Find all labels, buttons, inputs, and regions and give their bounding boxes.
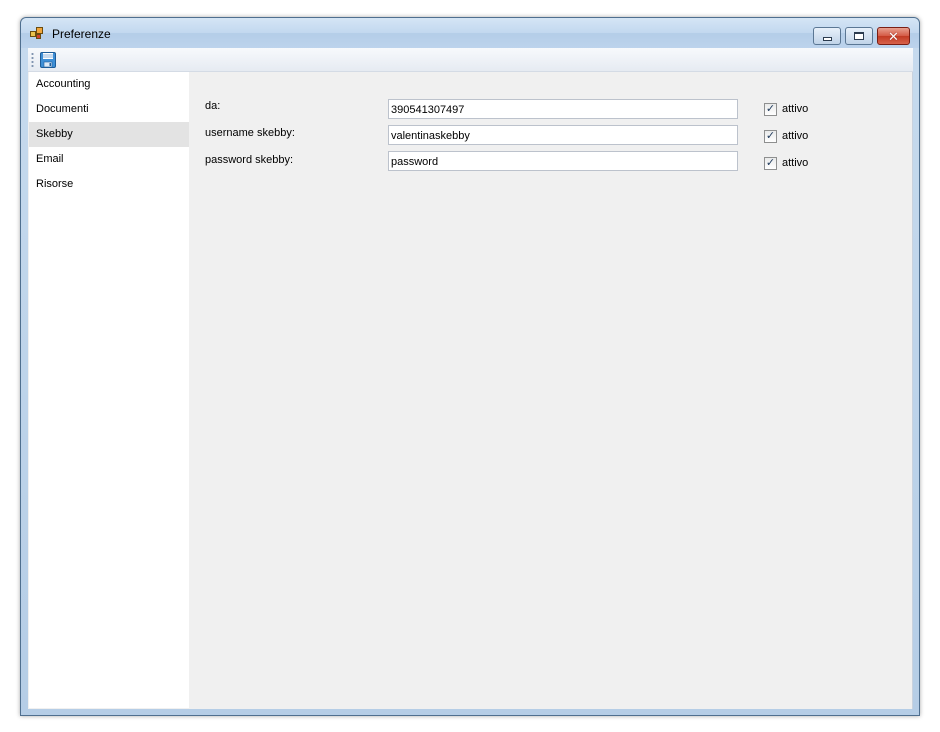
sender-active-label: attivo bbox=[782, 103, 809, 115]
sidebar-item-risorse[interactable]: Risorse bbox=[29, 172, 189, 197]
save-disk-icon bbox=[40, 52, 56, 68]
client-area: Accounting Documenti Skebby Email Risors… bbox=[28, 48, 913, 709]
checkbox-checked-icon: ✓ bbox=[764, 129, 777, 143]
password-active-label: attivo bbox=[782, 157, 809, 169]
username-input[interactable] bbox=[388, 125, 738, 145]
password-label: password skebby: bbox=[205, 154, 294, 166]
username-label: username skebby: bbox=[205, 127, 295, 139]
save-button[interactable] bbox=[38, 50, 58, 70]
window-title: Preferenze bbox=[52, 27, 111, 41]
close-icon: ✕ bbox=[888, 28, 899, 44]
checkbox-checked-icon: ✓ bbox=[764, 156, 777, 170]
minimize-button[interactable] bbox=[813, 27, 841, 45]
sender-label: da: bbox=[205, 100, 221, 112]
content-border bbox=[912, 72, 913, 709]
maximize-button[interactable] bbox=[845, 27, 873, 45]
maximize-icon bbox=[854, 32, 864, 40]
title-bar[interactable]: Preferenze ✕ bbox=[21, 18, 919, 48]
sidebar-item-skebby[interactable]: Skebby bbox=[29, 122, 189, 147]
username-active-checkbox[interactable]: ✓ attivo bbox=[764, 129, 808, 143]
sidebar-item-accounting[interactable]: Accounting bbox=[29, 72, 189, 97]
app-icon bbox=[30, 27, 46, 40]
sidebar-nav: Accounting Documenti Skebby Email Risors… bbox=[29, 72, 189, 708]
sidebar-item-documenti[interactable]: Documenti bbox=[29, 97, 189, 122]
toolbar-grip[interactable] bbox=[31, 52, 34, 68]
checkbox-checked-icon: ✓ bbox=[764, 102, 777, 116]
close-button[interactable]: ✕ bbox=[877, 27, 910, 45]
password-input[interactable] bbox=[388, 151, 738, 171]
password-active-checkbox[interactable]: ✓ attivo bbox=[764, 156, 808, 170]
sidebar-item-email[interactable]: Email bbox=[29, 147, 189, 172]
toolbar bbox=[28, 48, 913, 72]
minimize-icon bbox=[822, 36, 832, 41]
sender-input[interactable] bbox=[388, 99, 738, 119]
sender-active-checkbox[interactable]: ✓ attivo bbox=[764, 102, 808, 116]
preferences-window: Preferenze ✕ Accounting Documenti Skebby… bbox=[20, 17, 920, 716]
username-active-label: attivo bbox=[782, 130, 809, 142]
